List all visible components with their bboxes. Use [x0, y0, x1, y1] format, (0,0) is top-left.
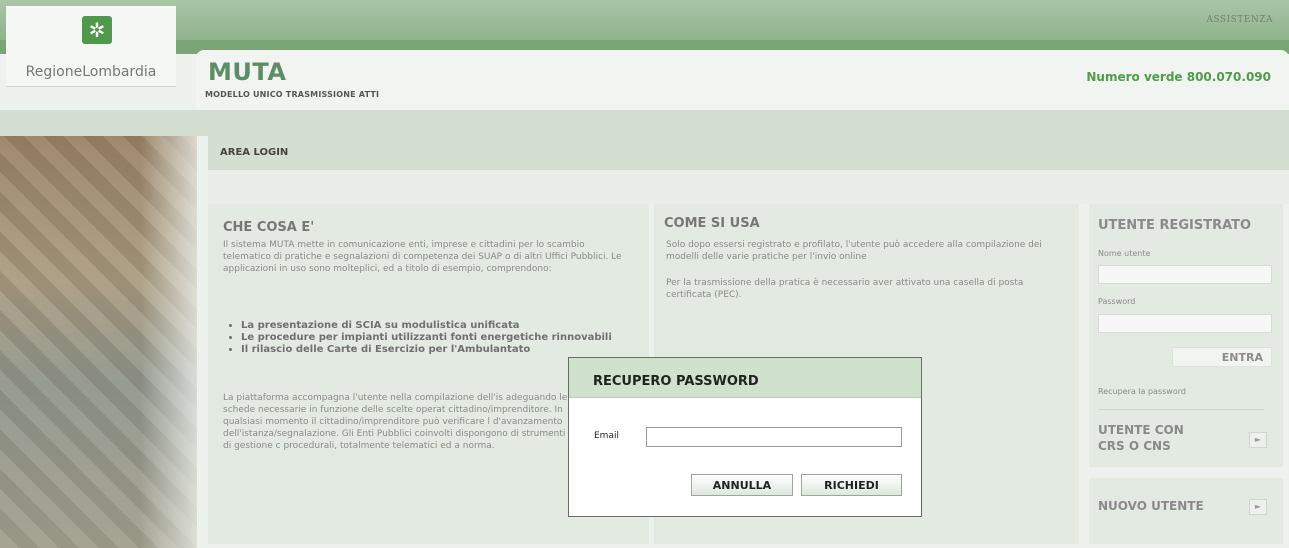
how-to-title: COME SI USA — [664, 216, 760, 231]
divider — [1098, 409, 1264, 410]
region-emblem-icon: ✲ — [82, 16, 112, 44]
feature-list: La presentazione di SCIA su modulistica … — [223, 320, 643, 356]
email-label: Email — [594, 431, 619, 441]
what-is-intro: Il sistema MUTA mette in comunicazione e… — [223, 240, 622, 274]
password-recovery-dialog: RECUPERO PASSWORD Email ANNULLA RICHIEDI — [568, 357, 922, 517]
list-item: Il rilascio delle Carte di Esercizio per… — [241, 344, 643, 356]
login-button[interactable]: ENTRA — [1172, 347, 1272, 367]
password-input[interactable] — [1098, 314, 1272, 333]
login-panel: UTENTE REGISTRATO Nome utente Password R… — [1089, 204, 1283, 467]
toll-free-number: Numero verde 800.070.090 — [1086, 70, 1271, 84]
new-user-panel[interactable]: NUOVO UTENTE ► — [1089, 478, 1283, 544]
crs-login-link[interactable]: UTENTE CON CRS O CNS — [1098, 422, 1213, 454]
username-label: Nome utente — [1098, 249, 1151, 258]
new-user-link[interactable]: NUOVO UTENTE — [1098, 499, 1204, 513]
assistance-link[interactable]: ASSISTENZA — [1206, 15, 1273, 25]
nav-band — [0, 110, 1289, 136]
app-subtitle: MODELLO UNICO TRASMISSIONE ATTI — [205, 90, 380, 99]
what-is-outro: La piattaforma accompagna l'utente nella… — [223, 393, 568, 451]
app-title: MUTA — [208, 58, 287, 86]
how-to-text-1: Solo dopo essersi registrato e profilato… — [666, 240, 1042, 262]
recover-password-link[interactable]: Recupera la password — [1098, 387, 1186, 396]
login-title: UTENTE REGISTRATO — [1098, 218, 1252, 233]
list-item: La presentazione di SCIA su modulistica … — [241, 320, 643, 332]
area-title: AREA LOGIN — [220, 147, 289, 158]
request-button[interactable]: RICHIEDI — [801, 474, 902, 496]
logo[interactable]: ✲ RegioneLombardia — [6, 6, 176, 87]
how-to-text-2: Per la trasmissione della pratica è nece… — [666, 278, 1024, 300]
photo-fade — [140, 136, 200, 548]
email-field[interactable] — [646, 427, 902, 447]
dialog-title: RECUPERO PASSWORD — [593, 374, 759, 389]
spacer-band — [208, 170, 1289, 204]
top-bar — [0, 0, 1289, 40]
what-is-title: CHE COSA E' — [223, 220, 315, 235]
logo-text: RegioneLombardia — [25, 64, 157, 80]
password-label: Password — [1098, 297, 1136, 306]
list-item: Le procedure per impianti utilizzanti fo… — [241, 332, 643, 344]
arrow-right-icon[interactable]: ► — [1249, 432, 1267, 448]
username-input[interactable] — [1098, 265, 1272, 284]
cancel-button[interactable]: ANNULLA — [691, 474, 793, 496]
area-bar — [208, 136, 1289, 170]
arrow-right-icon[interactable]: ► — [1249, 499, 1267, 515]
